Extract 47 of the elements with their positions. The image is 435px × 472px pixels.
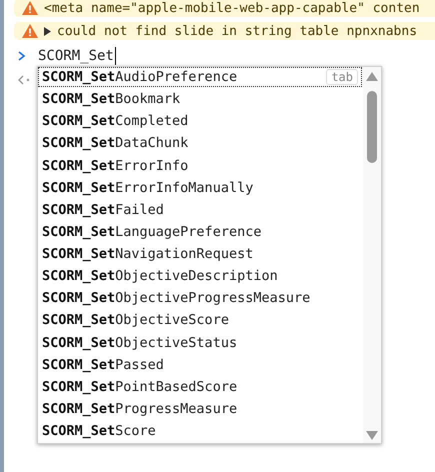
suggestion-text: SCORM_SetLanguagePreference <box>42 224 262 240</box>
suggestion-item[interactable]: SCORM_SetDataChunk <box>38 133 362 154</box>
scrollbar[interactable] <box>363 67 381 443</box>
suggestion-text: SCORM_SetProgressMeasure <box>42 400 238 417</box>
suggestion-item[interactable]: SCORM_SetErrorInfoManually <box>38 178 362 198</box>
scroll-up-icon[interactable] <box>366 72 378 81</box>
suggestion-text: SCORM_SetScore <box>42 423 156 440</box>
suggestion-item[interactable]: SCORM_SetObjectiveDescription <box>38 266 362 286</box>
message-text: could not find slide in string table npnxnabns <box>57 24 418 38</box>
suggestion-text: SCORM_SetObjectiveDescription <box>42 268 278 284</box>
suggestion-item[interactable]: SCORM_SetLanguagePreference <box>38 222 362 242</box>
suggestion-text: SCORM_SetFailed <box>42 202 164 218</box>
warning-icon <box>22 24 38 38</box>
suggestion-item[interactable]: SCORM_SetErrorInfo <box>38 156 362 176</box>
suggestion-text: SCORM_SetAudioPreference <box>42 69 238 86</box>
suggestion-text: SCORM_SetBookmark <box>42 91 180 108</box>
suggestion-item[interactable]: SCORM_SetPointBasedScore <box>38 376 362 397</box>
scrollbar-thumb[interactable] <box>367 91 377 163</box>
suggestion-text: SCORM_SetCompleted <box>42 113 188 130</box>
suggestion-text: SCORM_SetNavigationRequest <box>42 246 254 262</box>
suggestion-text: SCORM_SetObjectiveScore <box>42 312 229 328</box>
scroll-down-icon[interactable] <box>366 431 378 440</box>
suggestion-text: SCORM_SetDataChunk <box>42 135 188 152</box>
suggestion-text: SCORM_SetErrorInfo <box>42 158 188 174</box>
suggestion-item[interactable]: SCORM_SetAudioPreference tab <box>38 67 362 88</box>
console-input[interactable]: SCORM_Set <box>38 47 116 65</box>
suggestion-item[interactable]: SCORM_SetObjectiveScore <box>38 310 362 330</box>
suggestion-item[interactable]: SCORM_SetObjectiveProgressMeasure <box>38 288 362 308</box>
expand-triangle-icon[interactable] <box>44 26 51 36</box>
suggestion-item[interactable]: SCORM_SetBookmark <box>38 89 362 110</box>
suggestion-text: SCORM_SetErrorInfoManually <box>42 180 254 196</box>
suggestion-item[interactable]: SCORM_SetFailed <box>38 200 362 220</box>
suggestion-item[interactable]: SCORM_SetCompleted <box>38 111 362 132</box>
prompt-chevron-icon <box>18 51 26 61</box>
result-arrow-icon <box>18 75 32 85</box>
warning-icon <box>22 1 38 15</box>
suggestion-text: SCORM_SetObjectiveStatus <box>42 334 238 351</box>
suggestion-item[interactable]: SCORM_SetPassed <box>38 354 362 375</box>
message-text: <meta name="apple-mobile-web-app-capable" conten <box>44 0 420 16</box>
suggestion-text: SCORM_SetObjectiveProgressMeasure <box>42 290 310 306</box>
tab-hint: tab <box>326 69 358 86</box>
suggestion-item[interactable]: SCORM_SetNavigationRequest <box>38 244 362 264</box>
suggestion-item[interactable]: SCORM_SetScore <box>38 421 362 442</box>
suggestion-item[interactable]: SCORM_SetProgressMeasure <box>38 398 362 419</box>
suggestion-item[interactable]: SCORM_SetObjectiveStatus <box>38 332 362 353</box>
suggestion-text: SCORM_SetPassed <box>42 356 164 373</box>
suggestion-text: SCORM_SetPointBasedScore <box>42 378 238 395</box>
